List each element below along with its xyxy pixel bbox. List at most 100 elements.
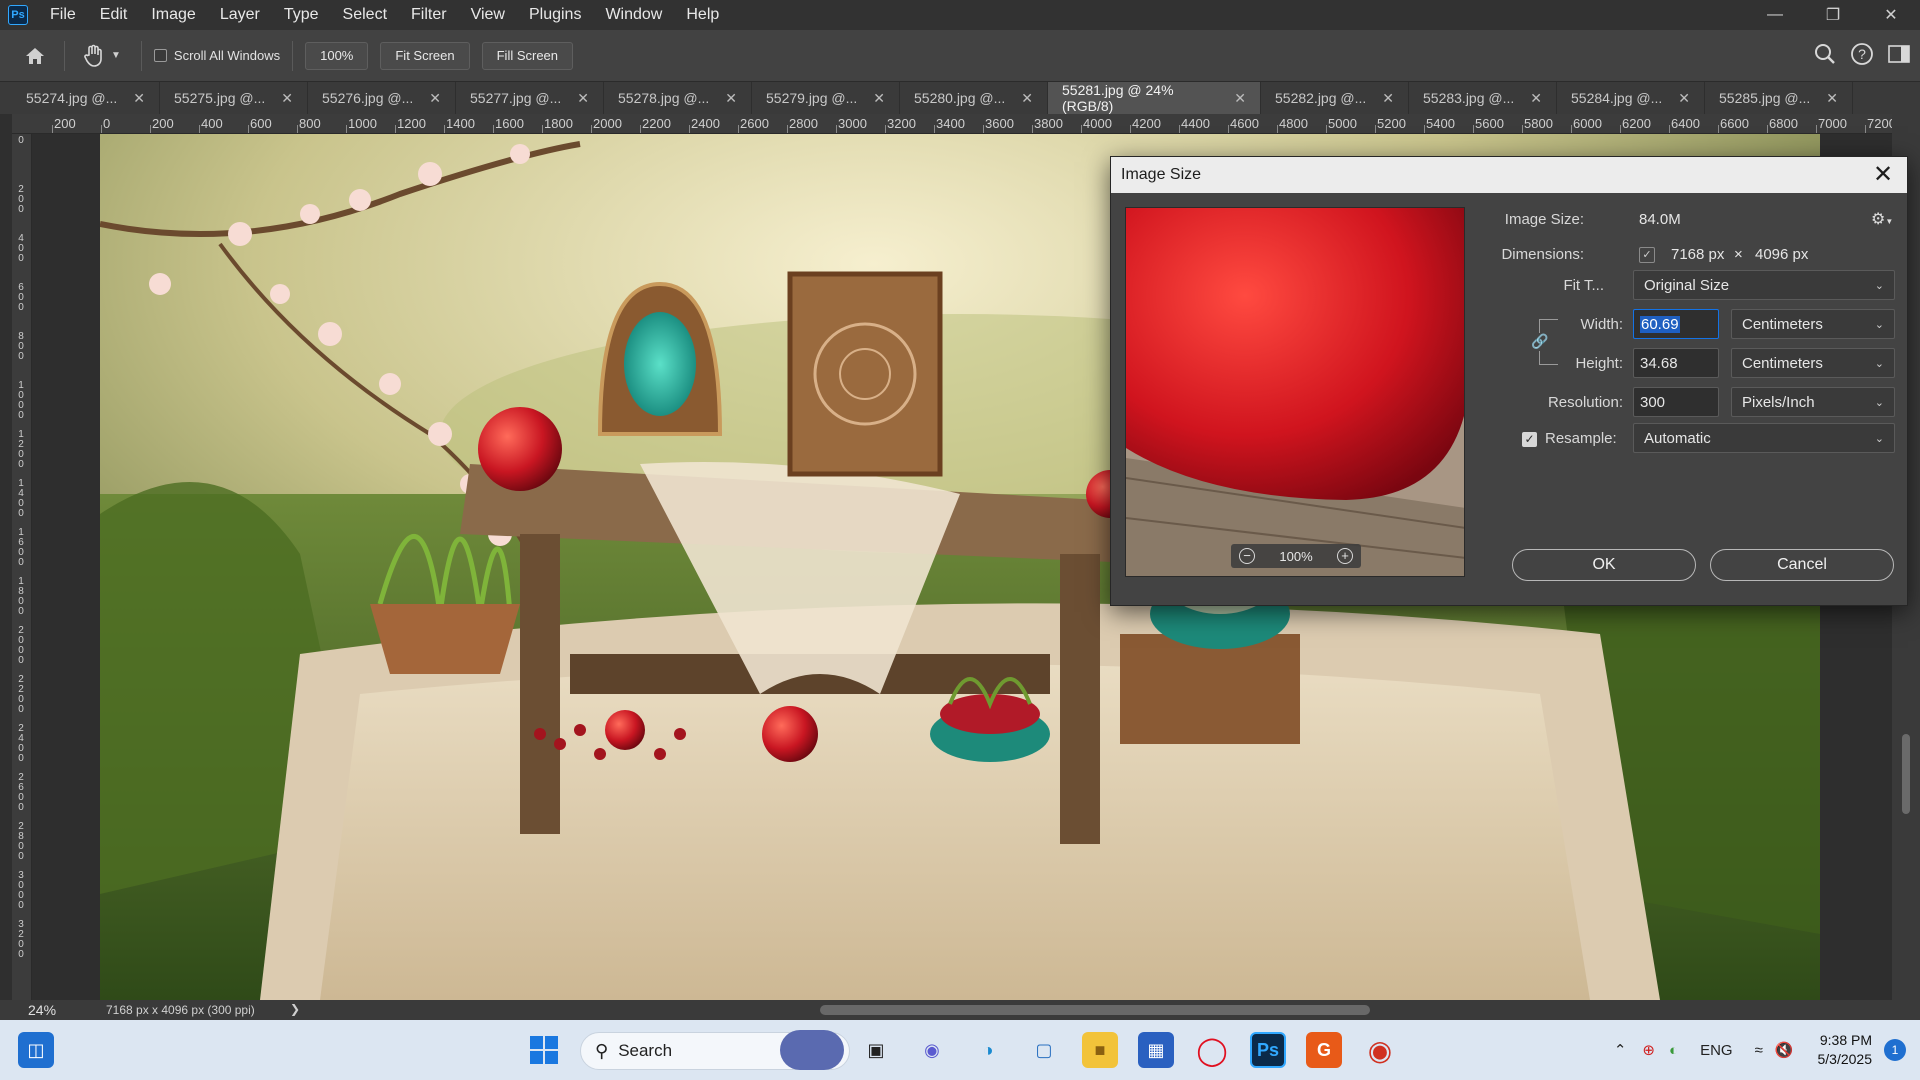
vertical-ruler-label: 2 2 0 0	[18, 674, 24, 715]
globe-icon[interactable]: ◐	[1669, 1042, 1678, 1059]
home-icon[interactable]	[18, 39, 52, 73]
resolution-unit-dropdown[interactable]: Pixels/Inch ⌄	[1731, 387, 1895, 417]
chrome-icon[interactable]: ◉	[1362, 1032, 1398, 1068]
menu-help[interactable]: Help	[674, 0, 731, 30]
status-expand-chevron-icon[interactable]: ❯	[290, 1002, 300, 1016]
constrain-proportions-link-icon[interactable]: 🔗	[1531, 333, 1548, 351]
resolution-input[interactable]: 300	[1633, 387, 1719, 417]
edge-browser-icon[interactable]: ◑	[970, 1032, 1006, 1068]
workspace-icon[interactable]	[1888, 44, 1910, 68]
tab-0[interactable]: 55274.jpg @... ✕	[12, 82, 160, 114]
zoom-level[interactable]: 24%	[0, 1002, 70, 1018]
restore-icon[interactable]: ❐	[1804, 0, 1862, 30]
menu-view[interactable]: View	[459, 0, 517, 30]
height-unit-dropdown[interactable]: Centimeters ⌄	[1731, 348, 1895, 378]
tab-close-icon[interactable]: ✕	[281, 90, 293, 107]
tab-5[interactable]: 55279.jpg @... ✕	[752, 82, 900, 114]
photoshop-taskbar-icon[interactable]: Ps	[1250, 1032, 1286, 1068]
tab-close-icon[interactable]: ✕	[1382, 90, 1394, 107]
document-info[interactable]: 7168 px x 4096 px (300 ppi)	[70, 1003, 320, 1017]
file-explorer-icon[interactable]: ■	[1082, 1032, 1118, 1068]
zoom-in-icon[interactable]: +	[1337, 548, 1353, 564]
tab-close-icon[interactable]: ✕	[429, 90, 441, 107]
menu-window[interactable]: Window	[593, 0, 674, 30]
widgets-icon[interactable]: ◫	[18, 1032, 54, 1068]
tab-11[interactable]: 55285.jpg @... ✕	[1705, 82, 1853, 114]
resample-dropdown[interactable]: Automatic ⌄	[1633, 423, 1895, 453]
search-highlight-icon[interactable]	[780, 1030, 844, 1070]
search-icon[interactable]	[1814, 43, 1836, 69]
tab-3[interactable]: 55277.jpg @... ✕	[456, 82, 604, 114]
tab-9[interactable]: 55283.jpg @... ✕	[1409, 82, 1557, 114]
dialog-close-icon[interactable]: ✕	[1869, 161, 1897, 189]
height-input[interactable]: 34.68	[1633, 348, 1719, 378]
vertical-scroll-thumb[interactable]	[1902, 734, 1910, 814]
snipping-tool-icon[interactable]: ▢	[1026, 1032, 1062, 1068]
dialog-title-bar[interactable]: Image Size ✕	[1111, 157, 1907, 193]
menu-file[interactable]: File	[38, 0, 88, 30]
tab-2[interactable]: 55276.jpg @... ✕	[308, 82, 456, 114]
tab-close-icon[interactable]: ✕	[1530, 90, 1542, 107]
minimize-icon[interactable]: —	[1746, 0, 1804, 30]
scroll-all-windows-checkbox[interactable]	[153, 49, 167, 62]
width-unit-dropdown[interactable]: Centimeters ⌄	[1731, 309, 1895, 339]
tab-4[interactable]: 55278.jpg @... ✕	[604, 82, 752, 114]
tab-close-icon[interactable]: ✕	[873, 90, 885, 107]
menu-edit[interactable]: Edit	[88, 0, 140, 30]
opera-icon[interactable]: ◯	[1194, 1032, 1230, 1068]
tab-7[interactable]: 55281.jpg @ 24% (RGB/8) ✕	[1048, 82, 1261, 114]
fit-to-value: Original Size	[1644, 276, 1730, 294]
tab-close-icon[interactable]: ✕	[1021, 90, 1033, 107]
menu-image[interactable]: Image	[139, 0, 207, 30]
dimensions-unit-chevron-icon[interactable]: ✓	[1639, 247, 1655, 263]
horizontal-ruler[interactable]: 200 0 200 400 600 800 1000 1200 1400 1600 1800 2000…	[12, 114, 1892, 134]
fit-screen-button[interactable]: Fit Screen	[380, 41, 470, 70]
ok-button[interactable]: OK	[1512, 549, 1696, 581]
zoom-100-button[interactable]: 100%	[305, 41, 369, 70]
horizontal-scroll-thumb[interactable]	[820, 1005, 1370, 1015]
fill-screen-button[interactable]: Fill Screen	[481, 41, 574, 70]
tab-close-icon[interactable]: ✕	[577, 90, 589, 107]
tab-close-icon[interactable]: ✕	[725, 90, 737, 107]
zoom-out-icon[interactable]: −	[1239, 548, 1255, 564]
menu-filter[interactable]: Filter	[399, 0, 459, 30]
chat-icon[interactable]: ◉	[914, 1032, 950, 1068]
help-icon[interactable]: ?	[1850, 42, 1874, 70]
clock[interactable]: 9:38 PM 5/3/2025	[1818, 1031, 1873, 1069]
tab-10[interactable]: 55284.jpg @... ✕	[1557, 82, 1705, 114]
tab-close-icon[interactable]: ✕	[1234, 90, 1246, 107]
store-icon[interactable]: ▦	[1138, 1032, 1174, 1068]
image-preview[interactable]: − 100% +	[1125, 207, 1465, 577]
vpn-icon[interactable]: ⊕	[1642, 1041, 1655, 1059]
close-window-icon[interactable]: ✕	[1862, 0, 1920, 30]
resample-checkbox[interactable]: ✓	[1522, 432, 1537, 447]
tab-6[interactable]: 55280.jpg @... ✕	[900, 82, 1048, 114]
notification-badge[interactable]: 1	[1884, 1039, 1906, 1061]
tab-close-icon[interactable]: ✕	[1678, 90, 1690, 107]
horizontal-scrollbar[interactable]	[320, 1005, 1870, 1015]
hand-tool-icon[interactable]	[77, 39, 111, 73]
wifi-icon[interactable]: ≈	[1755, 1042, 1763, 1059]
vertical-ruler[interactable]: 0 2 0 0 4 0 0 6 0 0 8 0 0 1 0 0 0 1 2 0 0 1 4 0…	[12, 134, 32, 1000]
shield-app-icon[interactable]: G	[1306, 1032, 1342, 1068]
tab-8[interactable]: 55282.jpg @... ✕	[1261, 82, 1409, 114]
settings-gear-icon[interactable]: ⚙▼	[1871, 209, 1893, 229]
menu-layer[interactable]: Layer	[208, 0, 272, 30]
menu-type[interactable]: Type	[272, 0, 331, 30]
photoshop-logo-icon[interactable]: Ps	[8, 5, 28, 25]
tab-close-icon[interactable]: ✕	[133, 90, 145, 107]
width-input[interactable]: 60.69	[1633, 309, 1719, 339]
vertical-ruler-label: 2 8 0 0	[18, 821, 24, 862]
language-indicator[interactable]: ENG	[1700, 1042, 1733, 1059]
tab-1[interactable]: 55275.jpg @... ✕	[160, 82, 308, 114]
tool-preset-chevron-icon[interactable]: ▼	[111, 50, 121, 61]
menu-plugins[interactable]: Plugins	[517, 0, 593, 30]
menu-select[interactable]: Select	[331, 0, 399, 30]
tray-overflow-chevron-icon[interactable]: ⌃	[1614, 1041, 1627, 1059]
volume-muted-icon[interactable]: 🔇	[1775, 1041, 1794, 1059]
fit-to-dropdown[interactable]: Original Size ⌄	[1633, 270, 1895, 300]
task-view-icon[interactable]: ▣	[858, 1032, 894, 1068]
tab-close-icon[interactable]: ✕	[1826, 90, 1838, 107]
cancel-button[interactable]: Cancel	[1710, 549, 1894, 581]
start-icon[interactable]	[526, 1032, 562, 1068]
